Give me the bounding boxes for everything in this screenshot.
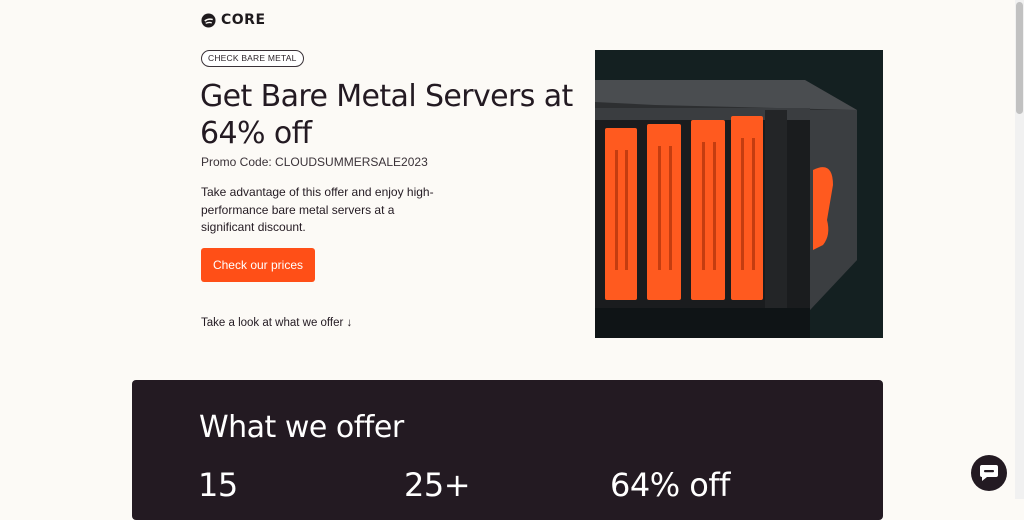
scrollbar[interactable] [1015, 0, 1024, 499]
brand-name: CORE [221, 12, 266, 28]
promo-code-text: Promo Code: CLOUDSUMMERSALE2023 [201, 155, 428, 169]
hero-description: Take advantage of this offer and enjoy h… [201, 185, 434, 234]
check-prices-button[interactable]: Check our prices [201, 248, 315, 282]
server-hero-image [595, 50, 883, 338]
check-bare-metal-badge[interactable]: CHECK BARE METAL [201, 50, 304, 67]
scrollbar-thumb[interactable] [1016, 2, 1023, 114]
page-title: Get Bare Metal Servers at 64% off [200, 79, 573, 151]
core-logo-icon [201, 12, 216, 28]
chat-button[interactable] [971, 455, 1007, 491]
server-illustration [595, 50, 883, 338]
stat-value: 64% off [610, 466, 730, 504]
offer-title: What we offer [199, 410, 404, 445]
chat-bubble-icon [980, 465, 998, 481]
brand-logo[interactable]: CORE [201, 12, 266, 28]
what-we-offer-link[interactable]: Take a look at what we offer ↓ [201, 317, 352, 329]
stat-value: 25+ [404, 466, 471, 504]
offer-section: What we offer 15 25+ 64% off [132, 380, 883, 520]
stat-value: 15 [198, 466, 238, 504]
